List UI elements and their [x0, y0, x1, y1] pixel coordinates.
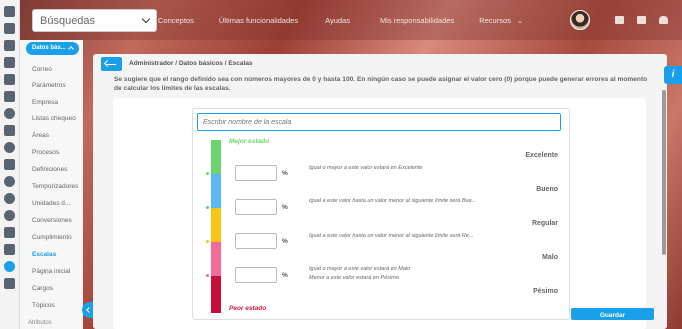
add-icon[interactable] [4, 278, 15, 289]
sidebar-item-areas[interactable]: Áreas [32, 132, 49, 139]
threshold-description-4: Igual o mayor a este valor estará en Mal… [309, 266, 411, 272]
sidebar-item-cumplimiento[interactable]: Cumplimiento [32, 234, 72, 241]
nav-recursos[interactable]: Recursos [479, 16, 511, 25]
scale-editor: Mejor estado Peor estado Excelente Bueno… [192, 108, 570, 320]
threshold-input-1[interactable] [235, 165, 277, 181]
info-button[interactable]: i [664, 66, 682, 84]
level-name-malo: Malo [542, 254, 558, 261]
level-bar-bueno [211, 174, 221, 208]
monitor-icon[interactable] [4, 74, 15, 85]
level-name-bueno: Bueno [536, 186, 558, 193]
nav-ayudas[interactable]: Ayudas [325, 16, 350, 25]
calendar-icon[interactable] [4, 227, 15, 238]
search-select[interactable]: Búsquedas [32, 9, 157, 32]
worst-state-label: Peor estado [229, 305, 267, 312]
content-card: Mejor estado Peor estado Excelente Bueno… [113, 98, 646, 329]
check-icon[interactable] [4, 193, 15, 204]
sidebar-item-parametros[interactable]: Parámetros [32, 82, 66, 89]
level-name-excelente: Excelente [525, 152, 558, 159]
gear-icon[interactable] [4, 261, 15, 272]
threshold-marker [206, 172, 209, 175]
side-menu: Datos bás... Correo Parámetros Empresa L… [20, 40, 83, 329]
percent-unit: % [282, 238, 288, 245]
circle-icon[interactable] [4, 108, 15, 119]
threshold-description-1: Igual o mayor a este valor estará en Exc… [309, 165, 423, 171]
module-label: Datos bás... [32, 45, 66, 51]
sidebar-item-unidades[interactable]: Unidades d... [32, 200, 70, 207]
attributes-select[interactable]: Atributos [28, 320, 76, 329]
sidebar-item-listas-chequeo[interactable]: Listas chequeo [32, 115, 76, 122]
level-bar-excelente [211, 140, 221, 174]
scale-name-input[interactable] [197, 113, 561, 131]
threshold-input-2[interactable] [235, 199, 277, 215]
sidebar-item-topicos[interactable]: Tópicos [32, 302, 55, 309]
main-panel: Administrador / Datos básicos / Escalas … [93, 54, 667, 329]
database-icon[interactable] [4, 159, 15, 170]
level-name-pesimo: Pésimo [533, 288, 558, 295]
arrow-left-icon [106, 63, 116, 65]
icon-rail [0, 0, 20, 329]
save-button[interactable]: Guardar [571, 308, 654, 320]
sidebar-item-cargos[interactable]: Cargos [32, 285, 53, 292]
threshold-marker [206, 206, 209, 209]
threshold-input-4[interactable] [235, 267, 277, 283]
scrollbar[interactable] [662, 90, 666, 255]
alert-icon[interactable] [4, 142, 15, 153]
grid-icon[interactable] [615, 16, 624, 24]
sidebar-item-escalas[interactable]: Escalas [32, 251, 56, 258]
nav-conceptos[interactable]: Conceptos [158, 16, 194, 25]
home-icon[interactable] [4, 6, 15, 17]
best-state-label: Mejor estado [229, 138, 270, 145]
search-select-label: Búsquedas [40, 15, 96, 27]
level-bar-malo [211, 242, 221, 276]
avatar[interactable] [570, 10, 590, 30]
hierarchy-icon[interactable] [4, 244, 15, 255]
sidebar-item-temporizadores[interactable]: Temporizadores [32, 183, 78, 190]
top-right-tools [570, 10, 668, 30]
percent-unit: % [282, 170, 288, 177]
chevron-up-icon [68, 46, 74, 52]
threshold-input-3[interactable] [235, 233, 277, 249]
threshold-description-3: Igual a este valor hasta un valor menor … [309, 233, 474, 239]
chart-icon[interactable] [4, 57, 15, 68]
sidebar-item-pagina-inicial[interactable]: Página inicial [32, 268, 70, 275]
warning-icon[interactable] [4, 210, 15, 221]
books-icon[interactable] [4, 125, 15, 136]
chess-icon[interactable] [4, 23, 15, 34]
top-nav: Conceptos Últimas funcionalidades Ayudas… [158, 16, 523, 25]
chevron-down-icon [141, 14, 151, 24]
percent-unit: % [282, 272, 288, 279]
list-icon[interactable] [4, 91, 15, 102]
nav-ultimas-funcionalidades[interactable]: Últimas funcionalidades [219, 16, 298, 25]
cycle-icon[interactable] [4, 176, 15, 187]
notice-text: Se sugiere que el rango definido sea con… [114, 76, 648, 92]
user-icon[interactable] [4, 40, 15, 51]
bell-icon[interactable] [659, 16, 668, 24]
threshold-marker [206, 240, 209, 243]
sidebar-item-conversiones[interactable]: Conversiones [32, 217, 72, 224]
module-selector[interactable]: Datos bás... [26, 42, 79, 55]
threshold-marker [206, 274, 209, 277]
nav-mis-responsabilidades[interactable]: Mis responsabilidades [380, 16, 454, 25]
percent-unit: % [282, 204, 288, 211]
sidebar-item-empresa[interactable]: Empresa [32, 99, 58, 106]
top-bar: Búsquedas Conceptos Últimas funcionalida… [20, 0, 682, 40]
threshold-description-2: Igual a este valor hasta un valor menor … [309, 198, 477, 204]
breadcrumb: Administrador / Datos básicos / Escalas [129, 60, 253, 67]
sidebar-item-correo[interactable]: Correo [32, 66, 52, 73]
threshold-description-4b: Menor a este valor estará en Pésimo [309, 275, 399, 281]
sidebar-item-definiciones[interactable]: Definiciones [32, 166, 67, 173]
chevron-down-icon: ⌄ [516, 16, 524, 25]
level-bar-pesimo [211, 276, 221, 313]
sidebar-item-procesos[interactable]: Procesos [32, 149, 59, 156]
back-button[interactable] [101, 57, 122, 71]
briefcase-icon[interactable] [637, 16, 646, 24]
level-bar-regular [211, 208, 221, 242]
level-name-regular: Regular [531, 220, 558, 227]
attributes-label: Atributos [28, 320, 52, 326]
